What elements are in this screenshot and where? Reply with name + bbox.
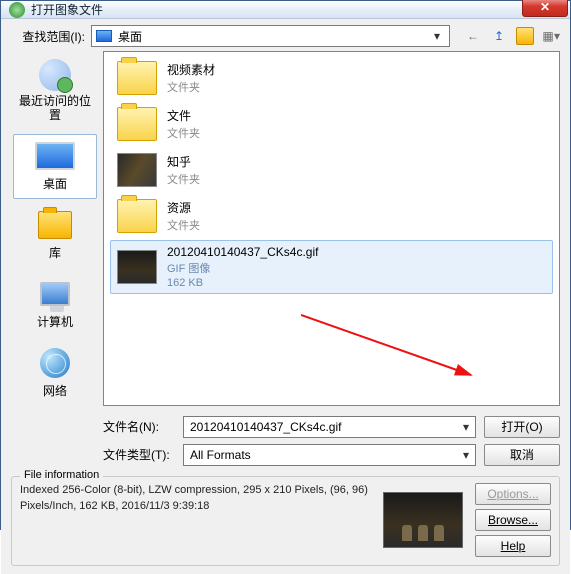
- places-sidebar: 最近访问的位置 桌面 库 计算机 网络: [11, 51, 99, 406]
- lookin-label: 查找范围(I):: [11, 28, 85, 45]
- open-file-dialog: 打开图象文件 ✕ 查找范围(I): 桌面 ▾ ← ↥ ▦▾ 最近访问的位置: [0, 0, 571, 530]
- list-item[interactable]: 视频素材 文件夹: [110, 56, 553, 100]
- sidebar-item-label: 库: [49, 244, 61, 261]
- list-item-selected[interactable]: 20120410140437_CKs4c.gif GIF 图像 162 KB: [110, 240, 553, 294]
- folder-icon: [117, 107, 157, 141]
- help-button[interactable]: Help: [475, 535, 551, 557]
- browse-button[interactable]: Browse...: [475, 509, 551, 531]
- titlebar: 打开图象文件 ✕: [1, 1, 570, 19]
- app-icon: [9, 2, 25, 18]
- filename-value: 20120410140437_CKs4c.gif: [190, 420, 341, 434]
- open-button[interactable]: 打开(O): [484, 416, 560, 438]
- file-meta: 文件夹: [167, 171, 200, 187]
- sidebar-item-recent[interactable]: 最近访问的位置: [13, 53, 97, 130]
- filetype-select[interactable]: All Formats ▾: [183, 444, 476, 466]
- recent-icon: [39, 59, 71, 91]
- dialog-body: 查找范围(I): 桌面 ▾ ← ↥ ▦▾ 最近访问的位置: [1, 19, 570, 574]
- filetype-label: 文件类型(T):: [103, 446, 175, 463]
- filetype-value: All Formats: [190, 448, 251, 462]
- desktop-icon: [96, 30, 112, 42]
- sidebar-item-label: 桌面: [43, 175, 67, 192]
- chevron-down-icon: ▾: [463, 420, 469, 434]
- file-meta: 文件夹: [167, 125, 200, 141]
- fileinfo-text: Indexed 256-Color (8-bit), LZW compressi…: [20, 483, 371, 557]
- folder-icon: [117, 199, 157, 233]
- new-folder-icon[interactable]: [516, 27, 534, 45]
- file-name: 资源: [167, 199, 200, 216]
- filename-label: 文件名(N):: [103, 418, 175, 435]
- computer-icon: [40, 282, 70, 306]
- sidebar-item-label: 网络: [43, 382, 67, 399]
- file-meta: GIF 图像: [167, 260, 318, 276]
- back-icon[interactable]: ←: [464, 27, 482, 45]
- sidebar-item-libraries[interactable]: 库: [13, 203, 97, 268]
- nav-icons: ← ↥ ▦▾: [456, 27, 560, 45]
- file-list[interactable]: 视频素材 文件夹 文件 文件夹 知乎 文件夹: [103, 51, 560, 406]
- lookin-value: 桌面: [118, 28, 142, 45]
- file-meta: 文件夹: [167, 79, 215, 95]
- window-title: 打开图象文件: [31, 1, 522, 18]
- filename-input[interactable]: 20120410140437_CKs4c.gif ▾: [183, 416, 476, 438]
- thumbnail-icon: [117, 153, 157, 187]
- file-name: 视频素材: [167, 61, 215, 78]
- chevron-down-icon: ▾: [463, 448, 469, 462]
- list-item[interactable]: 文件 文件夹: [110, 102, 553, 146]
- desktop-place-icon: [35, 142, 75, 170]
- sidebar-item-label: 最近访问的位置: [16, 94, 94, 123]
- file-name: 20120410140437_CKs4c.gif: [167, 245, 318, 259]
- cancel-button[interactable]: 取消: [484, 444, 560, 466]
- list-item[interactable]: 知乎 文件夹: [110, 148, 553, 192]
- file-name: 知乎: [167, 153, 200, 170]
- chevron-down-icon: ▾: [429, 29, 445, 43]
- sidebar-item-network[interactable]: 网络: [13, 341, 97, 406]
- views-icon[interactable]: ▦▾: [542, 27, 560, 45]
- network-icon: [40, 348, 70, 378]
- libraries-icon: [38, 211, 72, 239]
- filename-row: 文件名(N): 20120410140437_CKs4c.gif ▾ 打开(O): [103, 416, 560, 438]
- fileinfo-legend: File information: [20, 469, 103, 481]
- options-button[interactable]: Options...: [475, 483, 551, 505]
- sidebar-item-computer[interactable]: 计算机: [13, 272, 97, 337]
- file-information-panel: File information Indexed 256-Color (8-bi…: [11, 476, 560, 566]
- list-item[interactable]: 资源 文件夹: [110, 194, 553, 238]
- folder-icon: [117, 61, 157, 95]
- file-size: 162 KB: [167, 277, 318, 289]
- lookin-combo[interactable]: 桌面 ▾: [91, 25, 450, 47]
- file-name: 文件: [167, 107, 200, 124]
- filetype-row: 文件类型(T): All Formats ▾ 取消: [103, 444, 560, 466]
- close-button[interactable]: ✕: [522, 0, 568, 17]
- fileinfo-buttons: Options... Browse... Help: [475, 483, 551, 557]
- preview-thumbnail: [383, 492, 463, 548]
- up-icon[interactable]: ↥: [490, 27, 508, 45]
- filename-area: 文件名(N): 20120410140437_CKs4c.gif ▾ 打开(O)…: [103, 416, 560, 466]
- file-meta: 文件夹: [167, 217, 200, 233]
- gif-thumbnail-icon: [117, 250, 157, 284]
- sidebar-item-label: 计算机: [37, 313, 73, 330]
- lookin-row: 查找范围(I): 桌面 ▾ ← ↥ ▦▾: [11, 25, 560, 47]
- main-area: 最近访问的位置 桌面 库 计算机 网络: [11, 51, 560, 406]
- sidebar-item-desktop[interactable]: 桌面: [13, 134, 97, 199]
